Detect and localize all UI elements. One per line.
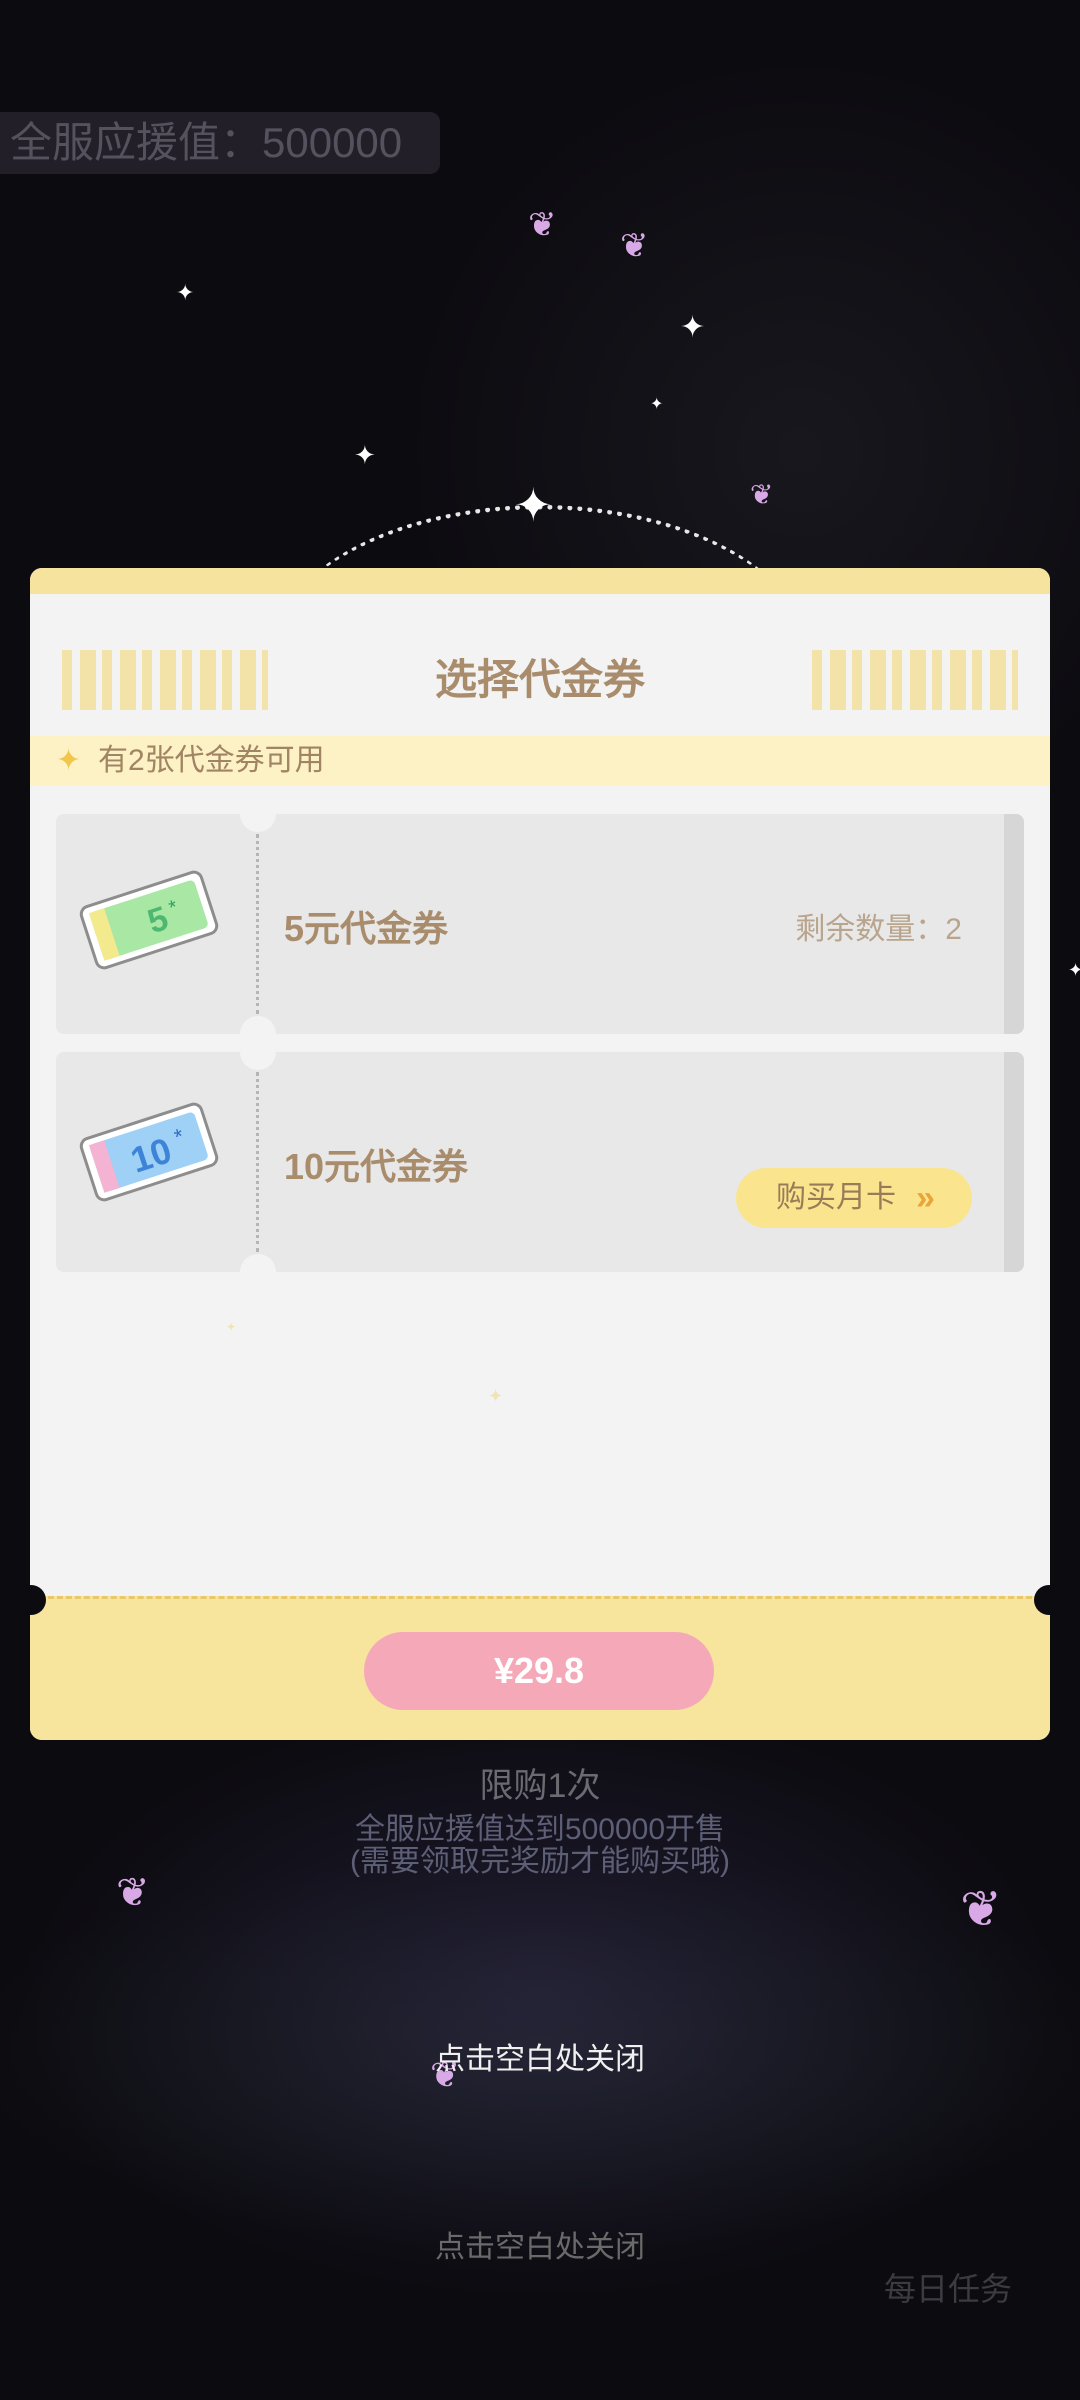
ticket-divider [256,1072,259,1252]
buy-monthly-card-label: 购买月卡 [776,1181,896,1214]
butterfly-icon: ❦ [750,479,774,510]
modal-top-bar [30,568,1050,594]
voucher-name: 5元代金券 [284,908,449,949]
available-voucher-notice: ✦ 有2张代金券可用 [30,736,1050,786]
voucher-item-5[interactable]: 5 * 5元代金券 剩余数量：2 [56,814,1024,1034]
tap-blank-to-close[interactable]: 点击空白处关闭 [0,2034,1080,2078]
background-support-banner: 全服应援值：500000 [0,112,440,174]
voucher-edge [1004,1052,1024,1272]
voucher-name: 10元代金券 [284,1146,469,1187]
buy-monthly-card-button[interactable]: 购买月卡 » [736,1168,972,1228]
sale-condition-text: 全服应援值达到500000开售 (需要领取完奖励才能购买哦) [0,1814,1080,1878]
star-icon: ✦ [514,479,553,531]
voucher-item-10[interactable]: 10 * 10元代金券 购买月卡 » [56,1052,1024,1272]
butterfly-icon: ❦ [620,227,649,265]
voucher-select-modal: 选择代金券 ✦ 有2张代金券可用 5 * 5元代金券 剩余数量：2 10 * 1… [30,568,1050,1740]
purchase-limit-text: 限购1次 [479,1767,601,1805]
ticket-divider [256,834,259,1014]
modal-title: 选择代金券 [434,656,645,703]
voucher-remaining: 剩余数量：2 [795,913,962,946]
daily-task-button[interactable]: 每日任务 [884,2264,1012,2310]
sparkle-icon: ✦ [650,396,664,413]
ticket-side-notch [1034,1585,1064,1615]
ticket-side-notch [16,1585,46,1615]
butterfly-icon: ❦ [528,206,557,244]
double-chevron-right-icon: » [916,1179,935,1217]
notice-text: 有2张代金券可用 [98,744,325,777]
tap-blank-to-close-secondary[interactable]: 点击空白处关闭 [0,2222,1080,2266]
voucher-edge [1004,814,1024,1034]
butterfly-icon: ❦ [960,1881,1002,1937]
ticket-notch-bottom [240,1016,276,1034]
ticket-notch-bottom [240,1254,276,1272]
sparkle-icon: ✦ [1068,960,1080,980]
sale-5-voucher-icon: 5 * [79,870,219,970]
sparkle-icon: ✦ [488,1386,504,1406]
sale-condition-line1: 全服应援值达到500000开售 [354,1813,726,1846]
sparkle-icon: ✦ [56,744,82,777]
ticket-notch-top [240,1052,276,1070]
ticket-notch-top [240,814,276,832]
sparkle-icon: ✦ [176,280,195,305]
sale-condition-line2: (需要领取完奖励才能购买哦) [350,1845,730,1878]
pay-button[interactable]: ¥29.8 [364,1632,714,1710]
sparkle-icon: ✦ [226,1320,237,1334]
sparkle-icon: ✦ [680,311,706,344]
sparkle-icon: ✦ [354,440,376,470]
sale-10-voucher-icon: 10 * [79,1102,219,1202]
